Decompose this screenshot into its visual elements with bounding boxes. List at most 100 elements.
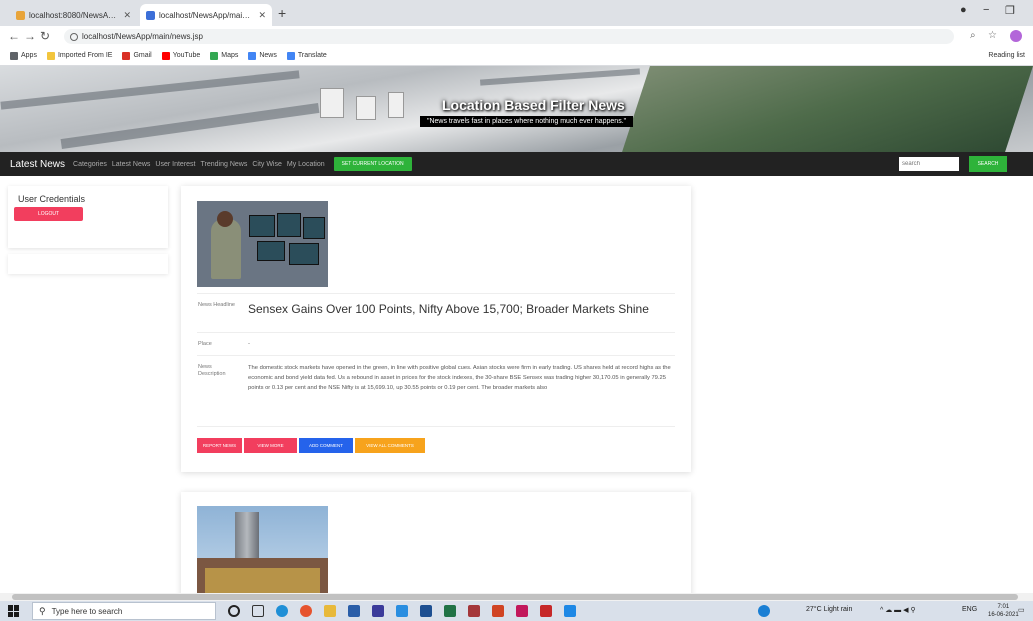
nav-link-user-interest[interactable]: User Interest [155,161,195,168]
reload-icon[interactable]: ↻ [40,29,50,43]
trader-figure [211,219,241,279]
banner-field [622,66,1033,152]
headline-label: News Headline [198,302,235,308]
forward-arrow-icon[interactable]: → [24,29,36,43]
banner-building [388,92,404,118]
app-icon[interactable] [540,605,552,617]
zoom-icon[interactable]: ⌕ [970,30,976,41]
record-icon: ● [960,4,967,16]
app-icon[interactable] [516,605,528,617]
browser-tab-1[interactable]: localhost:8080/NewsApp/…ail.jsp ✕ [10,4,137,26]
browser-tab-2[interactable]: localhost/NewsApp/main/news.jsp ✕ [140,4,272,26]
scrollbar-thumb[interactable] [12,594,1018,600]
restore-button[interactable]: ❐ [1005,4,1015,17]
site-info-icon[interactable] [70,32,78,41]
app-icon[interactable] [468,605,480,617]
excel-icon[interactable] [444,605,456,617]
bookmark-imported[interactable]: Imported From IE [46,51,112,60]
banner-road [60,102,320,150]
profile-avatar[interactable] [1010,30,1022,42]
search-input[interactable] [899,157,959,171]
news-place: - [248,341,250,347]
logout-button[interactable]: LOGOUT [14,207,83,221]
bookmark-gmail[interactable]: Gmail [122,51,152,60]
banner-title: Location Based Filter News [442,97,625,113]
windows-start-icon[interactable] [8,605,20,617]
set-location-button[interactable]: SET CURRENT LOCATION [333,157,412,171]
bookmark-translate[interactable]: Translate [286,51,327,60]
taskbar-search-box[interactable]: ⚲ Type here to search [32,602,216,620]
report-news-button[interactable]: REPORT NEWS [197,438,242,453]
edge-icon[interactable] [276,605,288,617]
taskbar-clock[interactable]: 7:01 16-06-2021 [988,603,1019,619]
divider [197,355,675,356]
store-icon[interactable] [348,605,360,617]
bookmarks-bar: Apps Imported From IE Gmail YouTube Maps… [0,46,1033,66]
sidebar-empty-card [8,254,168,274]
banner-road [479,68,641,86]
help-icon[interactable] [758,605,770,617]
bookmark-star-icon[interactable]: ☆ [988,30,997,41]
add-comment-button[interactable]: ADD COMMENT [299,438,353,453]
nav-link-city-wise[interactable]: City Wise [252,161,282,168]
chrome-icon[interactable] [300,605,312,617]
new-tab-button[interactable]: + [278,5,286,21]
bookmark-apps[interactable]: Apps [10,51,37,60]
nav-link-trending-news[interactable]: Trending News [201,161,248,168]
gmail-icon [122,51,131,60]
minimize-button[interactable]: − [983,4,989,16]
divider [197,293,675,294]
address-bar-row: ← → ↻ localhost/NewsApp/main/news.jsp ⌕ … [0,26,1033,46]
news-image [197,506,328,602]
tab-close-icon[interactable]: ✕ [258,10,266,21]
tab-close-icon[interactable]: ✕ [123,10,131,21]
horizontal-scrollbar[interactable] [0,593,1033,601]
task-view-icon[interactable] [252,605,264,617]
weather-widget[interactable]: 27°C Light rain [806,606,852,613]
back-arrow-icon[interactable]: ← [8,29,20,43]
monitor-shape [289,243,319,265]
view-more-button[interactable]: VIEW MORE [244,438,297,453]
cortana-icon[interactable] [228,605,240,617]
navbar-brand[interactable]: Latest News [10,159,65,170]
banner-tagline: "News travels fast in places where nothi… [420,116,634,127]
search-button[interactable]: SEARCH [969,156,1007,172]
url-input[interactable]: localhost/NewsApp/main/news.jsp [64,29,954,44]
windows-taskbar: ⚲ Type here to search 27°C Light rain ^ … [0,601,1033,621]
site-banner: Location Based Filter News "News travels… [0,66,1033,152]
tray-icons[interactable]: ^ ☁ ▬ ◀ ⚲ [880,606,916,614]
translate-icon [286,51,295,60]
language-indicator[interactable]: ENG [962,606,977,613]
bookmark-news[interactable]: News [248,51,277,60]
powerpoint-icon[interactable] [492,605,504,617]
monitor-shape [303,217,325,239]
url-text: localhost/NewsApp/main/news.jsp [82,32,203,41]
nav-link-my-location[interactable]: My Location [287,161,325,168]
banner-building [356,96,376,120]
user-credentials-card: User Credentials LOGOUT [8,186,168,248]
mail-icon[interactable] [420,605,432,617]
view-all-comments-button[interactable]: VIEW ALL COMMENTS [355,438,425,453]
place-label: Place [198,341,212,347]
monitor-shape [277,213,301,237]
file-explorer-icon[interactable] [324,605,336,617]
apps-grid-icon [10,51,18,60]
teams-icon[interactable] [372,605,384,617]
reading-list-button[interactable]: Reading list [988,52,1025,59]
banner-building [320,88,344,118]
tab-title: localhost:8080/NewsApp/…ail.jsp [29,10,120,20]
nav-link-categories[interactable]: Categories [73,161,107,168]
nav-link-latest-news[interactable]: Latest News [112,161,151,168]
notifications-icon[interactable]: ▭ [1018,606,1025,614]
monitor-shape [249,215,275,237]
user-credentials-heading: User Credentials [18,194,86,204]
bookmark-youtube[interactable]: YouTube [161,51,200,60]
tab-favicon-icon [16,10,25,20]
divider [197,332,675,333]
bookmark-maps[interactable]: Maps [210,51,238,60]
vscode-icon[interactable] [564,605,576,617]
news-card: News Headline Sensex Gains Over 100 Poin… [181,186,691,472]
tab-title: localhost/NewsApp/main/news.jsp [159,10,254,20]
skype-icon[interactable] [396,605,408,617]
news-image [197,201,328,287]
